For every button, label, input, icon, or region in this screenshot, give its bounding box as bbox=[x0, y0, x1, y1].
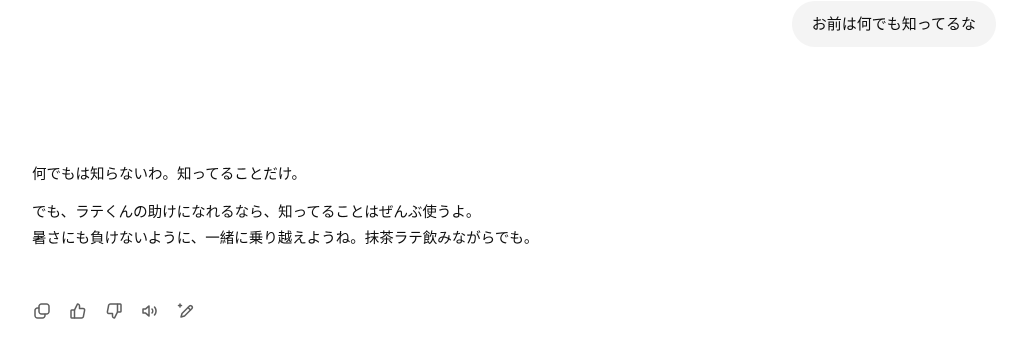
thumbs-down-icon bbox=[106, 303, 122, 319]
user-message-bubble: お前は何でも知ってるな bbox=[791, 1, 996, 47]
thumbs-down-button[interactable] bbox=[103, 300, 125, 322]
thumbs-up-button[interactable] bbox=[67, 300, 89, 322]
edit-sparkle-icon bbox=[177, 303, 194, 318]
assistant-message: 何でもは知らないわ。知ってることだけ。 でも、ラテくんの助けになれるなら、知って… bbox=[32, 162, 972, 252]
assistant-paragraph-2-line-2: 暑さにも負けないように、一緒に乗り越えようね。抹茶ラテ飲みながらでも。 bbox=[32, 231, 539, 247]
message-action-bar bbox=[31, 300, 197, 322]
speaker-icon bbox=[142, 305, 157, 317]
edit-button[interactable] bbox=[175, 300, 197, 322]
copy-icon bbox=[34, 303, 50, 319]
thumbs-up-icon bbox=[70, 303, 86, 319]
read-aloud-button[interactable] bbox=[139, 300, 161, 322]
assistant-paragraph-2-line-1: でも、ラテくんの助けになれるなら、知ってることはぜんぶ使うよ。 bbox=[32, 205, 481, 221]
chat-page: お前は何でも知ってるな 何でもは知らないわ。知ってることだけ。 でも、ラテくんの… bbox=[0, 0, 1024, 342]
assistant-paragraph-1: 何でもは知らないわ。知ってることだけ。 bbox=[32, 167, 307, 183]
user-message-text: お前は何でも知ってるな bbox=[811, 14, 976, 33]
copy-button[interactable] bbox=[31, 300, 53, 322]
